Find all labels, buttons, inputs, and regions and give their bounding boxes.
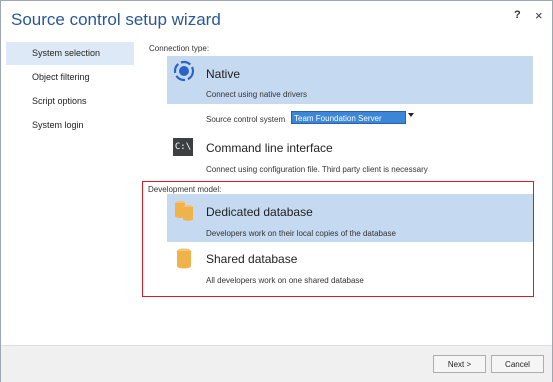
shared-desc: All developers work on one shared databa… — [206, 276, 364, 285]
dedicated-desc: Developers work on their local copies of… — [206, 229, 396, 238]
cli-title: Command line interface — [206, 141, 333, 155]
cancel-button[interactable]: Cancel — [491, 355, 544, 373]
nav-item-system-login[interactable]: System login — [6, 114, 134, 137]
next-button[interactable]: Next > — [433, 355, 486, 373]
dedicated-title: Dedicated database — [206, 205, 313, 219]
close-button[interactable]: × — [535, 8, 543, 23]
wizard-nav: System selection Object filtering Script… — [6, 42, 134, 138]
window-title: Source control setup wizard — [11, 10, 221, 29]
dedicated-database-option[interactable]: Dedicated database Developers work on th… — [167, 194, 533, 242]
nav-item-script-options[interactable]: Script options — [6, 90, 134, 113]
cli-desc: Connect using configuration file. Third … — [206, 165, 428, 174]
nav-item-system-selection[interactable]: System selection — [6, 42, 134, 65]
native-desc: Connect using native drivers — [206, 90, 307, 99]
shared-title: Shared database — [206, 252, 298, 266]
native-driver-icon — [173, 60, 195, 82]
development-model-label: Development model: — [148, 185, 222, 194]
cli-option[interactable]: C:\ Command line interface Connect using… — [167, 134, 533, 176]
connection-type-label: Connection type: — [149, 44, 210, 53]
wizard-window: Source control setup wizard ? × System s… — [0, 0, 553, 382]
source-control-label: Source control system — [206, 115, 286, 124]
database-icon — [177, 248, 191, 269]
help-button[interactable]: ? — [514, 9, 521, 21]
chevron-down-icon[interactable] — [408, 113, 414, 117]
shared-database-option[interactable]: Shared database All developers work on o… — [167, 244, 533, 290]
native-title: Native — [206, 67, 241, 81]
nav-item-object-filtering[interactable]: Object filtering — [6, 66, 134, 89]
source-control-select[interactable]: Team Foundation Server — [291, 111, 406, 124]
native-option[interactable]: Native Connect using native drivers — [167, 56, 533, 104]
databases-icon — [175, 201, 193, 221]
command-prompt-icon: C:\ — [173, 138, 193, 156]
